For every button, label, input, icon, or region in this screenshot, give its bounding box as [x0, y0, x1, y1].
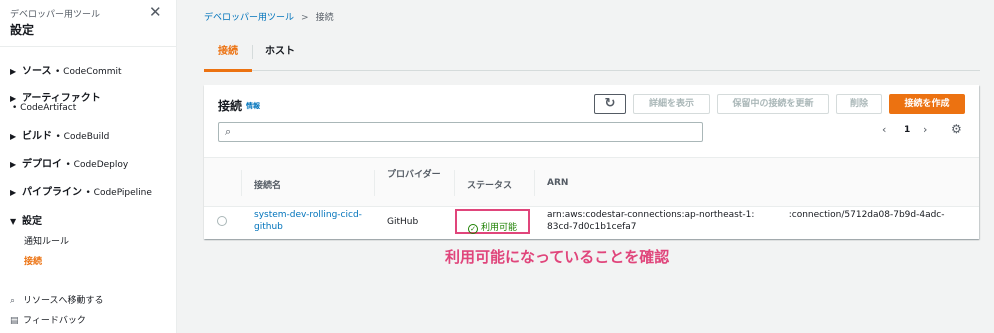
view-details-button[interactable]: 詳細を表示 [633, 94, 710, 114]
chevron-right-icon: > [301, 13, 309, 23]
sidebar-item-connections[interactable]: 接続 [24, 254, 42, 267]
column-header-arn[interactable]: ARN [547, 178, 568, 188]
caret-right-icon: ▶ [10, 188, 17, 197]
side-navigation: デベロッパー用ツール 設定 ✕ ▶ ソース • CodeCommit ▶ アーティフ… [0, 0, 177, 333]
connection-name-link[interactable]: system-dev-rolling-cicd-github [254, 209, 374, 233]
column-divider [454, 170, 455, 196]
column-header-status[interactable]: ステータス [467, 178, 512, 191]
sidebar-section-settings[interactable]: ▼ 設定 [10, 212, 42, 227]
service-name: • CodeDeploy [65, 160, 129, 170]
page-number[interactable]: 1 [904, 125, 910, 135]
arn-cell: arn:aws:codestar-connections:ap-northeas… [547, 210, 945, 232]
column-divider [534, 170, 535, 196]
close-icon[interactable]: ✕ [149, 3, 162, 21]
panel-title: 接続 [218, 99, 243, 113]
sidebar-section-build[interactable]: ▶ ビルド • CodeBuild [10, 127, 109, 142]
sidebar-section-pipeline[interactable]: ▶ パイプライン • CodePipeline [10, 183, 152, 198]
delete-button[interactable]: 削除 [836, 94, 882, 114]
service-name: • CodePipeline [85, 188, 152, 198]
go-to-resource-link[interactable]: ⌕ リソースへ移動する [10, 293, 104, 306]
sidebar-item-notification-rules[interactable]: 通知ルール [24, 234, 69, 247]
search-input[interactable]: ⌕ [218, 122, 703, 142]
sidebar-divider [0, 46, 176, 47]
sidebar-section-artifact[interactable]: ▶ アーティファクト [10, 89, 101, 104]
sidebar-section-deploy[interactable]: ▶ デプロイ • CodeDeploy [10, 155, 128, 170]
refresh-icon: ↻ [604, 96, 616, 111]
column-header-name[interactable]: 接続名 [254, 178, 281, 191]
connections-panel: 接続 情報 ↻ 詳細を表示 保留中の接続を更新 削除 接続を作成 ⌕ ‹ 1 ›… [204, 85, 979, 239]
info-link[interactable]: 情報 [246, 101, 260, 111]
sidebar-subtitle: デベロッパー用ツール [10, 10, 101, 20]
check-circle-icon: ✓ [468, 224, 478, 234]
search-icon: ⌕ [225, 125, 232, 138]
tab-bar: 接続 ホスト [204, 45, 980, 72]
table-row[interactable]: system-dev-rolling-cicd-github GitHub ✓ 利… [204, 207, 979, 239]
tab-divider [252, 45, 253, 59]
caret-right-icon: ▶ [10, 67, 17, 76]
service-name: • CodeArtifact [12, 103, 77, 113]
table-header: 接続名 プロバイダー ステータス ARN [204, 157, 979, 207]
status-badge: ✓ 利用可能 [468, 220, 517, 234]
breadcrumb-root[interactable]: デベロッパー用ツール [204, 13, 294, 23]
chevron-left-icon[interactable]: ‹ [882, 123, 886, 136]
column-header-provider[interactable]: プロバイダー [387, 169, 447, 181]
tab-hosts[interactable]: ホスト [265, 45, 295, 71]
refresh-button[interactable]: ↻ [594, 94, 626, 114]
caret-right-icon: ▶ [10, 160, 17, 169]
service-name: • CodeBuild [55, 132, 110, 142]
caret-right-icon: ▶ [10, 94, 17, 103]
search-icon: ⌕ [10, 296, 16, 306]
provider-cell: GitHub [387, 217, 419, 227]
chevron-right-icon[interactable]: › [923, 123, 927, 136]
sidebar-section-source[interactable]: ▶ ソース • CodeCommit [10, 62, 122, 77]
feedback-icon: ▤ [10, 316, 19, 326]
breadcrumb: デベロッパー用ツール > 接続 [204, 10, 334, 23]
sidebar-title: 設定 [10, 23, 35, 37]
caret-down-icon: ▼ [10, 217, 17, 226]
service-name: • CodeCommit [54, 67, 122, 77]
update-pending-connection-button[interactable]: 保留中の接続を更新 [717, 94, 829, 114]
tab-connections[interactable]: 接続 [204, 45, 252, 72]
annotation-text: 利用可能になっていることを確認 [445, 248, 670, 266]
create-connection-button[interactable]: 接続を作成 [889, 94, 965, 114]
feedback-link[interactable]: ▤ フィードバック [10, 313, 86, 326]
caret-right-icon: ▶ [10, 132, 17, 141]
column-divider [241, 170, 242, 196]
row-select-radio[interactable] [217, 216, 227, 226]
gear-icon[interactable]: ⚙ [951, 122, 962, 136]
status-highlight-box: ✓ 利用可能 [455, 209, 530, 234]
column-divider [374, 170, 375, 196]
breadcrumb-current: 接続 [315, 13, 334, 23]
